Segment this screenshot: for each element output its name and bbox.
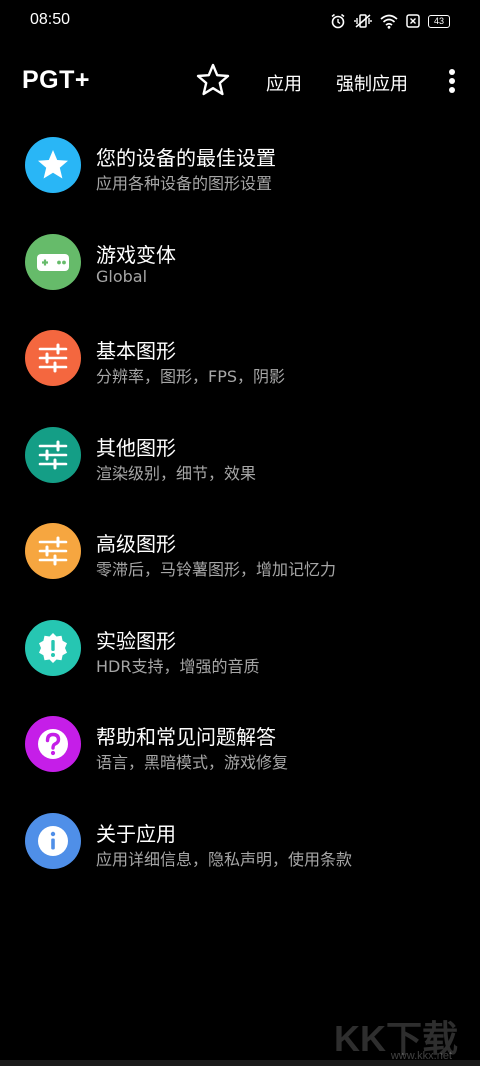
menu-item-title: 实验图形	[96, 628, 176, 653]
sliders-icon	[25, 330, 81, 386]
settings-menu: 您的设备的最佳设置 应用各种设备的图形设置 游戏变体 Global 基本图形 分…	[0, 120, 480, 892]
status-bar: 08:50 43	[0, 0, 480, 44]
app-title: PGT+	[22, 66, 90, 94]
menu-item-subtitle: 应用详细信息，隐私声明，使用条款	[96, 849, 353, 869]
menu-item-subtitle: 应用各种设备的图形设置	[96, 174, 273, 193]
star-outline-icon	[196, 63, 230, 96]
help-icon	[25, 716, 81, 772]
menu-item-title: 您的设备的最佳设置	[96, 146, 276, 170]
wifi-icon	[380, 14, 398, 29]
menu-item-subtitle: HDR支持，增强的音质	[96, 656, 260, 676]
menu-item-subtitle: 语言，黑暗模式，游戏修复	[96, 753, 289, 772]
sim-icon	[406, 14, 420, 28]
menu-item-title: 帮助和常见问题解答	[96, 725, 276, 749]
vibrate-icon	[354, 14, 372, 28]
sliders-icon	[25, 426, 81, 483]
menu-item-about-app[interactable]: 关于应用 应用详细信息，隐私声明，使用条款	[0, 796, 480, 893]
battery-icon: 43	[428, 14, 450, 28]
app-bar: PGT+ 应用 强制应用	[0, 52, 480, 110]
menu-item-basic-graphics[interactable]: 基本图形 分辨率，图形，FPS，阴影	[0, 313, 480, 410]
menu-item-title: 其他图形	[96, 435, 176, 460]
menu-item-subtitle: Global	[96, 266, 148, 286]
menu-item-subtitle: 渲染级别，细节，效果	[96, 463, 257, 483]
gamepad-icon	[25, 233, 81, 290]
info-icon	[25, 812, 81, 869]
alert-badge-icon	[25, 619, 81, 676]
more-options-button[interactable]	[440, 66, 464, 96]
menu-item-title: 基本图形	[96, 339, 176, 363]
menu-item-subtitle: 零滞后，马铃薯图形，增加记忆力	[96, 560, 337, 579]
menu-item-help-faq[interactable]: 帮助和常见问题解答 语言，黑暗模式，游戏修复	[0, 699, 480, 796]
favorite-button[interactable]	[194, 61, 232, 99]
menu-item-title: 关于应用	[96, 821, 176, 846]
status-time: 08:50	[30, 11, 71, 28]
apply-button[interactable]: 应用	[266, 70, 302, 96]
sliders-icon	[25, 523, 81, 579]
menu-item-best-settings[interactable]: 您的设备的最佳设置 应用各种设备的图形设置	[0, 120, 480, 217]
menu-item-game-variant[interactable]: 游戏变体 Global	[0, 217, 480, 314]
menu-item-subtitle: 分辨率，图形，FPS，阴影	[96, 367, 286, 386]
menu-item-title: 高级图形	[96, 532, 176, 556]
alarm-icon	[331, 13, 345, 29]
menu-item-advanced-graphics[interactable]: 高级图形 零滞后，马铃薯图形，增加记忆力	[0, 506, 480, 603]
menu-item-other-graphics[interactable]: 其他图形 渲染级别，细节，效果	[0, 410, 480, 507]
status-icons: 43	[330, 11, 450, 31]
menu-item-title: 游戏变体	[96, 242, 176, 267]
force-apply-button[interactable]: 强制应用	[336, 70, 408, 96]
star-icon	[25, 137, 81, 193]
navigation-bar	[0, 1060, 480, 1066]
menu-item-experimental-graphics[interactable]: 实验图形 HDR支持，增强的音质	[0, 603, 480, 700]
more-vert-icon	[449, 69, 455, 93]
